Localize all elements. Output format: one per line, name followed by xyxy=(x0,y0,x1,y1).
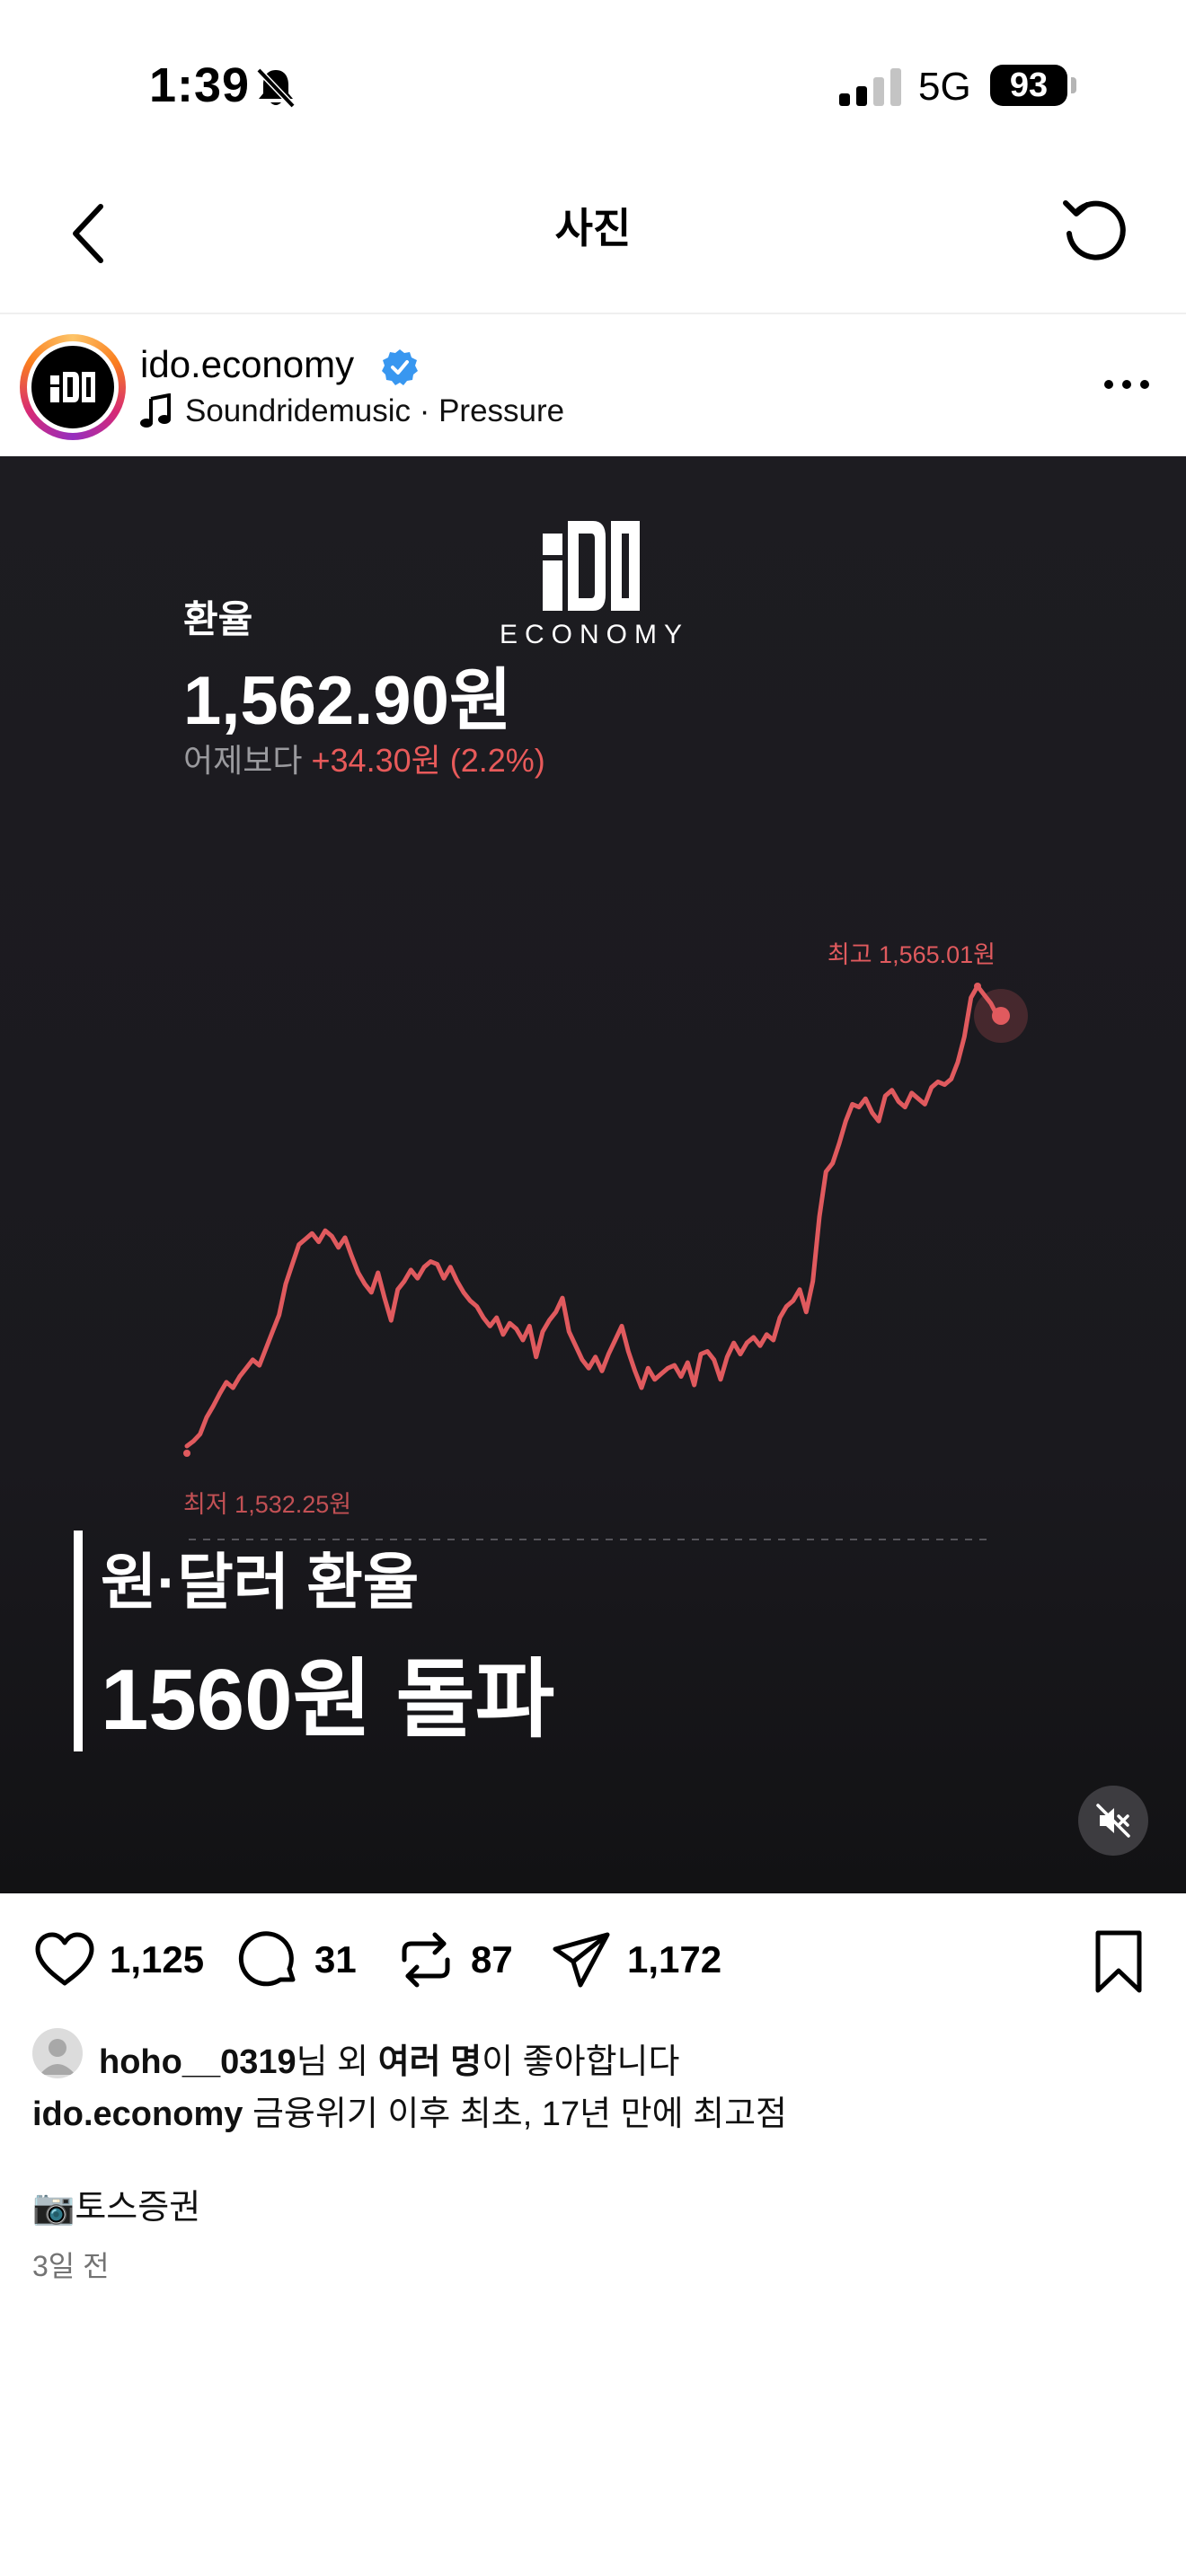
likes-suffix-1: 님 외 xyxy=(296,2043,378,2081)
ido-logo-icon xyxy=(50,372,95,402)
status-time: 1:39 xyxy=(149,58,251,112)
username[interactable]: ido.economy xyxy=(140,343,354,386)
send-icon[interactable] xyxy=(550,1928,615,1992)
music-note-icon xyxy=(140,393,171,428)
max-point xyxy=(974,983,981,990)
heart-icon[interactable] xyxy=(32,1928,97,1992)
caption-line-2: 📷토스증권 xyxy=(32,2189,201,2227)
nav-bar: 사진 xyxy=(0,171,1186,314)
liked-by-text[interactable]: hoho__0319님 외 여러 명이 좋아합니다 xyxy=(99,2033,679,2083)
headline-bar xyxy=(74,1531,83,1751)
headline-line-2: 1560원 돌파 xyxy=(101,1652,555,1748)
rate-change: 어제보다 +34.30원 (2.2%) xyxy=(183,735,545,781)
likes-others[interactable]: 여러 명 xyxy=(378,2043,482,2081)
signal-icon xyxy=(839,68,901,106)
comment-count[interactable]: 31 xyxy=(314,1938,357,1981)
rate-value: 1,562.90원 xyxy=(183,663,512,739)
liker-avatar[interactable] xyxy=(32,2028,83,2078)
comment-icon[interactable] xyxy=(237,1928,302,1992)
current-point xyxy=(992,1006,1010,1025)
post-timestamp: 3일 전 xyxy=(32,2250,110,2282)
rate-change-value: +34.30원 (2.2%) xyxy=(311,742,545,779)
network-label: 5G xyxy=(918,65,971,109)
bell-slash-icon xyxy=(256,67,296,109)
post-actions: 1,125 31 87 1,172 xyxy=(0,1893,1186,2028)
battery-indicator: 93 xyxy=(990,65,1067,106)
ido-economy-logo xyxy=(543,521,640,611)
share-count[interactable]: 1,172 xyxy=(627,1938,721,1981)
repost-count[interactable]: 87 xyxy=(471,1938,513,1981)
caption-text: 금융위기 이후 최초, 17년 만에 최고점 xyxy=(252,2095,787,2133)
like-count[interactable]: 1,125 xyxy=(110,1938,204,1981)
max-label: 최고 1,565.01원 xyxy=(828,941,996,968)
liked-by-row: hoho__0319님 외 여러 명이 좋아합니다 xyxy=(32,2028,1164,2081)
min-label: 최저 1,532.25원 xyxy=(183,1491,351,1518)
caption-username[interactable]: ido.economy xyxy=(32,2095,243,2133)
default-avatar-icon xyxy=(40,2039,75,2075)
status-bar: 1:39 5G 93 xyxy=(0,0,1186,171)
post-media[interactable]: 최고 1,565.01원최저 1,532.25원 ECONOMY 환율 1,56… xyxy=(0,456,1186,1893)
more-options-icon[interactable] xyxy=(1102,366,1152,402)
post-header: ido.economy Soundridemusic · Pressure xyxy=(0,316,1186,456)
headline-line-1: 원·달러 환율 xyxy=(101,1548,420,1617)
rate-label: 환율 xyxy=(183,598,253,640)
bookmark-icon[interactable] xyxy=(1087,1928,1150,1996)
music-label[interactable]: Soundridemusic · Pressure xyxy=(185,393,564,429)
rate-series-line xyxy=(184,984,1000,1449)
verified-badge-icon xyxy=(382,349,418,385)
repost-icon[interactable] xyxy=(394,1928,458,1992)
rate-change-prefix: 어제보다 xyxy=(183,742,303,779)
page-title: 사진 xyxy=(554,205,632,251)
min-point xyxy=(183,1450,190,1457)
refresh-icon[interactable] xyxy=(1060,194,1130,264)
likes-suffix-2: 이 좋아합니다 xyxy=(482,2043,680,2081)
battery-tip xyxy=(1071,77,1076,93)
speaker-muted-icon xyxy=(1096,1804,1130,1838)
mute-button[interactable] xyxy=(1078,1786,1148,1856)
caption: ido.economy 금융위기 이후 최초, 17년 만에 최고점 xyxy=(32,2086,787,2135)
liker-username[interactable]: hoho__0319 xyxy=(99,2043,296,2081)
logo-subtitle: ECONOMY xyxy=(500,620,690,649)
